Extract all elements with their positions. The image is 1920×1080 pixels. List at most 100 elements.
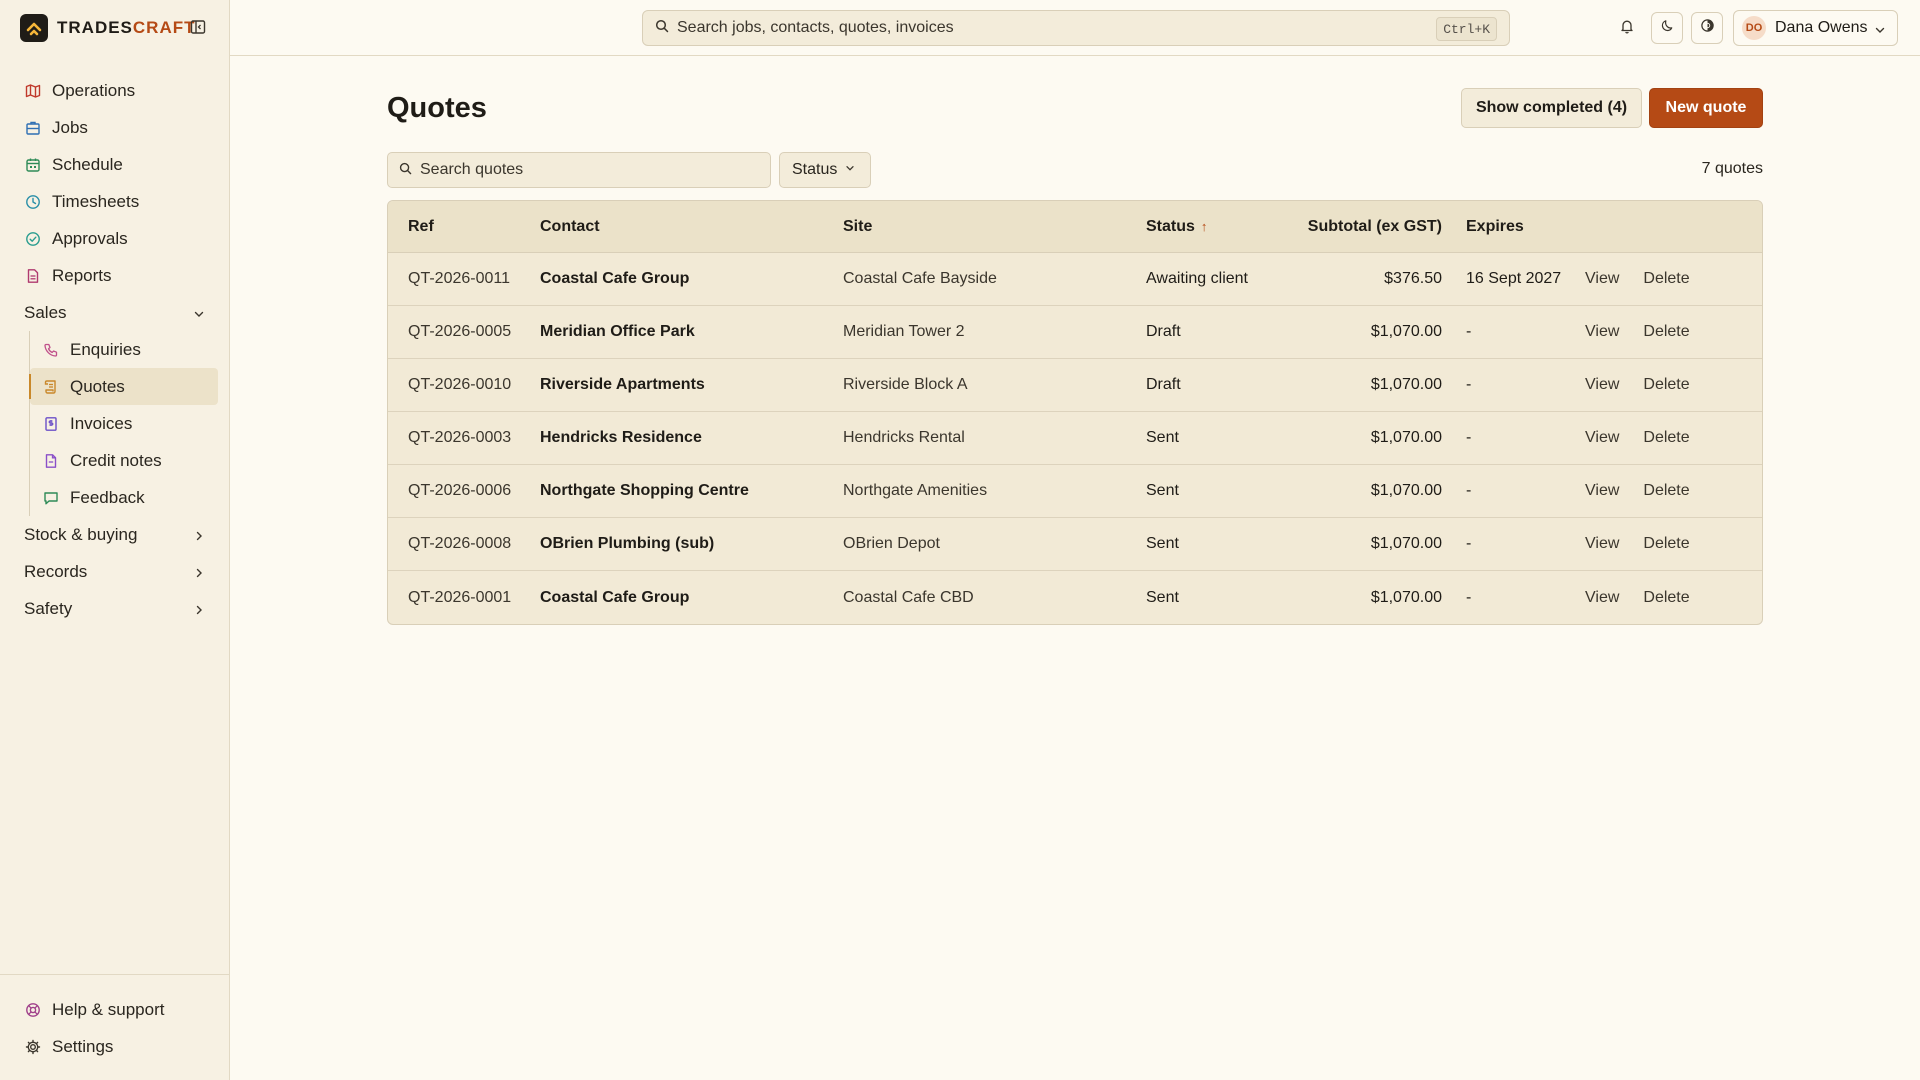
table-row[interactable]: QT-2026-0011 Coastal Cafe Group Coastal Ca… xyxy=(388,253,1762,306)
delete-quote-link[interactable]: Delete xyxy=(1643,429,1689,447)
sidebar-item-label: Settings xyxy=(52,1036,114,1056)
status-filter-dropdown[interactable]: Status xyxy=(779,152,871,188)
gear-icon xyxy=(24,1038,42,1056)
sidebar-item-quotes[interactable]: Quotes xyxy=(29,368,218,405)
cell-contact: Coastal Cafe Group xyxy=(540,270,690,287)
column-header-status-label: Status xyxy=(1146,217,1195,235)
theme-toggle-button[interactable] xyxy=(1651,12,1683,44)
sidebar-group-stock-buying[interactable]: Stock & buying xyxy=(0,516,230,553)
delete-quote-link[interactable]: Delete xyxy=(1643,482,1689,500)
quote-search-input[interactable] xyxy=(420,161,760,179)
sidebar-item-label: Enquiries xyxy=(70,339,141,359)
sidebar-group-records[interactable]: Records xyxy=(0,553,230,590)
global-search-input[interactable] xyxy=(677,19,1397,37)
sidebar-item-invoices[interactable]: Invoices xyxy=(30,405,218,442)
cell-site: Hendricks Rental xyxy=(843,429,965,446)
column-header-ref[interactable]: Ref xyxy=(388,218,540,236)
view-quote-link[interactable]: View xyxy=(1585,589,1619,607)
brand[interactable]: TRADESCRAFT xyxy=(20,14,196,42)
cell-site: Coastal Cafe CBD xyxy=(843,588,974,606)
cell-contact: Northgate Shopping Centre xyxy=(540,482,749,499)
contrast-toggle-button[interactable] xyxy=(1691,12,1723,44)
user-menu[interactable]: DO Dana Owens xyxy=(1733,10,1898,46)
cell-actions: View Delete xyxy=(1585,589,1690,607)
collapse-sidebar-icon[interactable] xyxy=(190,19,208,37)
sidebar-group-sales[interactable]: Sales xyxy=(0,294,230,331)
table-row[interactable]: QT-2026-0005 Meridian Office Park Meridian… xyxy=(388,306,1762,359)
table-row[interactable]: QT-2026-0006 Northgate Shopping Centre Nor… xyxy=(388,465,1762,518)
scroll-icon xyxy=(42,378,60,396)
document-icon xyxy=(42,452,60,470)
sidebar-item-label: Feedback xyxy=(70,487,145,507)
sidebar-item-label: Approvals xyxy=(52,228,128,248)
delete-quote-link[interactable]: Delete xyxy=(1643,376,1689,394)
sidebar-item-approvals[interactable]: Approvals xyxy=(0,220,230,257)
view-quote-link[interactable]: View xyxy=(1585,482,1619,500)
delete-quote-link[interactable]: Delete xyxy=(1643,323,1689,341)
delete-quote-link[interactable]: Delete xyxy=(1643,270,1689,288)
cell-actions: View Delete xyxy=(1585,376,1690,394)
cell-subtotal: $1,070.00 xyxy=(1370,376,1442,393)
sidebar-item-schedule[interactable]: Schedule xyxy=(0,146,230,183)
sidebar-item-help-support[interactable]: Help & support xyxy=(0,991,230,1028)
message-icon xyxy=(42,489,60,507)
table-row[interactable]: QT-2026-0008 OBrien Plumbing (sub) OBrien … xyxy=(388,518,1762,571)
view-quote-link[interactable]: View xyxy=(1585,270,1619,288)
sidebar-item-settings[interactable]: Settings xyxy=(0,1028,230,1065)
chevron-right-icon xyxy=(192,565,206,579)
global-search[interactable]: Ctrl+K xyxy=(642,10,1510,46)
cell-actions: View Delete xyxy=(1585,482,1690,500)
show-completed-button[interactable]: Show completed (4) xyxy=(1461,88,1642,128)
cell-site: Coastal Cafe Bayside xyxy=(843,270,997,287)
column-header-expires[interactable]: Expires xyxy=(1446,218,1585,236)
cell-subtotal: $1,070.00 xyxy=(1370,323,1442,340)
table-row[interactable]: QT-2026-0003 Hendricks Residence Hendricks… xyxy=(388,412,1762,465)
cell-site: Riverside Block A xyxy=(843,376,968,393)
table-row[interactable]: QT-2026-0001 Coastal Cafe Group Coastal Ca… xyxy=(388,571,1762,624)
delete-quote-link[interactable]: Delete xyxy=(1643,535,1689,553)
view-quote-link[interactable]: View xyxy=(1585,535,1619,553)
file-icon xyxy=(24,267,42,285)
cell-ref: QT-2026-0008 xyxy=(408,535,512,552)
table-row[interactable]: QT-2026-0010 Riverside Apartments Riversid… xyxy=(388,359,1762,412)
sidebar-item-enquiries[interactable]: Enquiries xyxy=(30,331,218,368)
moon-icon xyxy=(1660,18,1675,38)
sidebar-item-timesheets[interactable]: Timesheets xyxy=(0,183,230,220)
cell-ref: QT-2026-0005 xyxy=(408,323,512,340)
bell-icon xyxy=(1619,18,1635,39)
clock-icon xyxy=(24,193,42,211)
cell-contact: OBrien Plumbing (sub) xyxy=(540,535,715,552)
sidebar-item-jobs[interactable]: Jobs xyxy=(0,109,230,146)
cell-expires: - xyxy=(1466,482,1472,499)
table-header: Ref Contact Site Status ↑ Subtotal (ex GS… xyxy=(388,201,1762,253)
sidebar: TRADESCRAFT Operations Jobs Schedule Tim… xyxy=(0,0,230,1080)
sidebar-item-operations[interactable]: Operations xyxy=(0,72,230,109)
sidebar-group-safety[interactable]: Safety xyxy=(0,590,230,627)
sidebar-item-label: Jobs xyxy=(52,117,88,137)
sidebar-item-feedback[interactable]: Feedback xyxy=(30,479,218,516)
column-header-status[interactable]: Status ↑ xyxy=(1146,218,1306,236)
sidebar-item-reports[interactable]: Reports xyxy=(0,257,230,294)
cell-status: Sent xyxy=(1146,535,1179,552)
notifications-button[interactable] xyxy=(1611,12,1643,44)
column-header-site[interactable]: Site xyxy=(843,218,1146,236)
view-quote-link[interactable]: View xyxy=(1585,376,1619,394)
quote-search[interactable] xyxy=(387,152,771,188)
column-header-subtotal[interactable]: Subtotal (ex GST) xyxy=(1306,218,1446,236)
cell-site: Northgate Amenities xyxy=(843,482,988,499)
cell-contact: Hendricks Residence xyxy=(540,429,702,446)
view-quote-link[interactable]: View xyxy=(1585,429,1619,447)
cell-status: Sent xyxy=(1146,429,1179,446)
cell-status: Draft xyxy=(1146,323,1181,340)
sidebar-item-label: Schedule xyxy=(52,154,123,174)
cell-expires: - xyxy=(1466,376,1472,393)
view-quote-link[interactable]: View xyxy=(1585,323,1619,341)
delete-quote-link[interactable]: Delete xyxy=(1643,589,1689,607)
cell-expires: - xyxy=(1466,588,1472,606)
new-quote-button[interactable]: New quote xyxy=(1649,88,1763,128)
chevron-down-icon xyxy=(1873,22,1887,42)
cell-ref: QT-2026-0003 xyxy=(408,429,512,446)
sidebar-item-credit-notes[interactable]: Credit notes xyxy=(30,442,218,479)
column-header-contact[interactable]: Contact xyxy=(540,218,843,236)
sidebar-item-label: Invoices xyxy=(70,413,133,433)
